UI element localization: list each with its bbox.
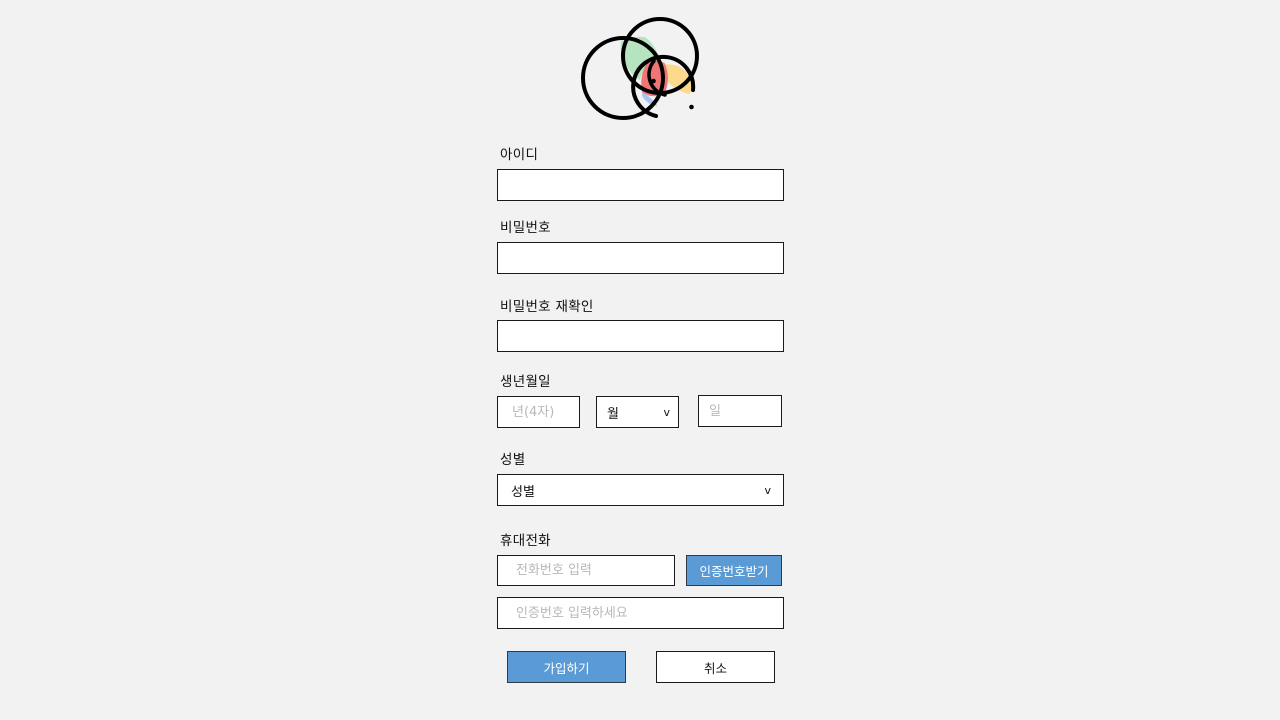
gender-select[interactable]: 성별 v — [497, 474, 784, 506]
id-input[interactable] — [497, 169, 784, 201]
chevron-down-icon: v — [764, 483, 771, 497]
birth-day-input[interactable] — [698, 395, 782, 427]
password-input[interactable] — [497, 242, 784, 274]
password-label: 비밀번호 — [500, 220, 551, 236]
request-code-button[interactable]: 인증번호받기 — [686, 555, 782, 586]
venn-circles-logo — [581, 17, 699, 120]
chevron-down-icon: v — [663, 405, 670, 419]
password-confirm-input[interactable] — [497, 320, 784, 352]
cancel-button[interactable]: 취소 — [656, 651, 775, 683]
password-confirm-label: 비밀번호 재확인 — [500, 299, 594, 315]
birth-year-input[interactable] — [497, 396, 580, 428]
birth-label: 생년월일 — [500, 374, 551, 390]
birth-month-value: 월 — [607, 406, 619, 422]
gender-value: 성별 — [511, 484, 535, 500]
id-label: 아이디 — [500, 147, 539, 163]
gender-label: 성별 — [500, 452, 526, 468]
phone-number-input[interactable] — [497, 555, 675, 586]
verification-code-input[interactable] — [497, 597, 784, 629]
signup-button[interactable]: 가입하기 — [507, 651, 626, 683]
birth-month-select[interactable]: 월 v — [596, 396, 679, 428]
phone-label: 휴대전화 — [500, 533, 551, 549]
